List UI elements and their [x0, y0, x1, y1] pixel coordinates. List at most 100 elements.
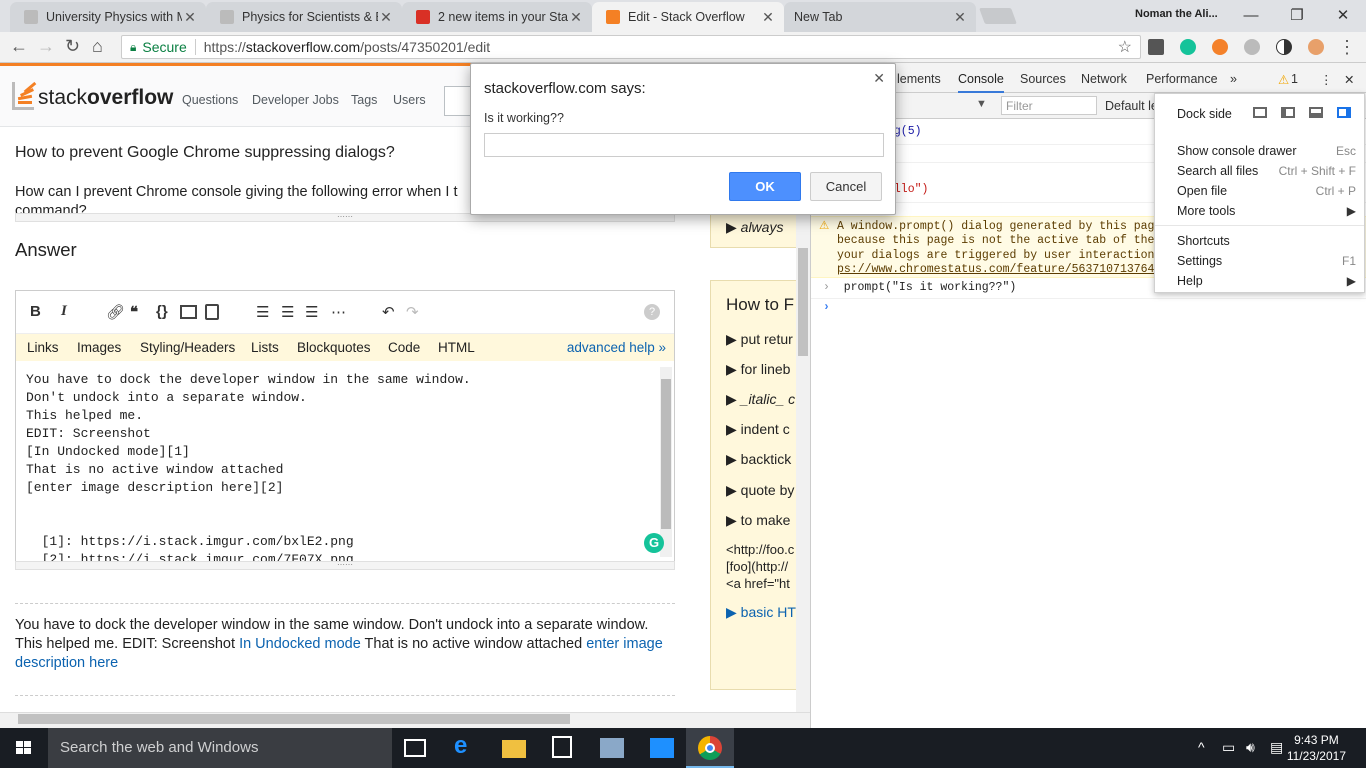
close-icon[interactable]: ✕: [568, 9, 584, 26]
tab-3-active[interactable]: Edit - Stack Overflow ✕: [592, 2, 784, 32]
cancel-button[interactable]: Cancel: [810, 172, 882, 201]
preview-link[interactable]: In Undocked mode: [239, 636, 361, 652]
extension-icon[interactable]: [1212, 39, 1228, 55]
close-icon[interactable]: ✕: [182, 9, 198, 26]
answer-textarea[interactable]: You have to dock the developer window in…: [16, 361, 674, 561]
extension-icon[interactable]: [1308, 39, 1324, 55]
task-view-icon[interactable]: [404, 739, 426, 757]
windows-app-icon[interactable]: [650, 738, 674, 758]
dock-right-icon[interactable]: [1337, 107, 1351, 118]
dialog-input[interactable]: [484, 133, 884, 157]
help-tab-links[interactable]: Links: [27, 340, 59, 355]
devtools-close-icon[interactable]: ✕: [1344, 72, 1354, 87]
dropdown-arrow-icon[interactable]: ▼: [976, 98, 987, 110]
tab-network[interactable]: Network: [1081, 72, 1127, 86]
close-window-icon[interactable]: ✕: [1320, 6, 1366, 24]
code-icon[interactable]: {}: [156, 303, 168, 320]
taskbar-clock[interactable]: 9:43 PM 11/23/2017: [1287, 732, 1346, 764]
menu-settings[interactable]: Settings: [1177, 254, 1222, 268]
bulleted-list-icon[interactable]: ☰: [281, 303, 294, 321]
contrast-icon[interactable]: [1276, 39, 1292, 55]
tab-performance[interactable]: Performance: [1146, 72, 1218, 86]
close-icon[interactable]: ✕: [378, 9, 394, 26]
file-explorer-icon[interactable]: [502, 740, 526, 758]
dock-bottom-icon[interactable]: [1309, 107, 1323, 118]
heading-icon[interactable]: ☰: [305, 303, 318, 321]
textarea-scroll-thumb[interactable]: [661, 379, 671, 529]
nav-questions[interactable]: Questions: [182, 93, 238, 107]
nav-users[interactable]: Users: [393, 93, 426, 107]
tab-4[interactable]: New Tab ✕: [784, 2, 976, 32]
back-icon[interactable]: ←: [10, 36, 28, 57]
console-prompt[interactable]: ›: [811, 299, 1366, 319]
help-icon[interactable]: ?: [644, 304, 660, 320]
editor-resize-grip[interactable]: ⋯⋯: [15, 561, 675, 570]
taskbar-search[interactable]: Search the web and Windows: [48, 728, 392, 768]
menu-shortcuts[interactable]: Shortcuts: [1177, 234, 1230, 248]
tab-1[interactable]: Physics for Scientists & E ✕: [206, 2, 402, 32]
page-hscroll-thumb[interactable]: [18, 714, 570, 724]
forward-icon[interactable]: →: [37, 36, 55, 57]
grammarly-icon[interactable]: [1180, 39, 1196, 55]
tab-elements[interactable]: lements: [897, 72, 941, 86]
chevron-up-icon[interactable]: ^: [1198, 739, 1205, 755]
dialog-close-icon[interactable]: ✕: [873, 70, 885, 87]
menu-help[interactable]: Help: [1177, 274, 1203, 288]
grammarly-icon[interactable]: G: [644, 533, 664, 553]
nav-tags[interactable]: Tags: [351, 93, 377, 107]
help-tab-styling[interactable]: Styling/Headers: [140, 340, 235, 355]
bold-icon[interactable]: B: [30, 303, 41, 320]
start-button[interactable]: [0, 728, 48, 768]
tab-sources[interactable]: Sources: [1020, 72, 1066, 86]
numbered-list-icon[interactable]: ☰: [256, 303, 269, 321]
help-tab-lists[interactable]: Lists: [251, 340, 279, 355]
network-icon[interactable]: ▭: [1222, 739, 1235, 756]
warning-icon[interactable]: ⚠: [1278, 72, 1289, 87]
app-icon[interactable]: [600, 738, 624, 758]
italic-icon[interactable]: I: [61, 303, 67, 320]
store-icon[interactable]: [552, 736, 572, 758]
reload-icon[interactable]: ↻: [65, 36, 80, 57]
help-tab-images[interactable]: Images: [77, 340, 121, 355]
close-icon[interactable]: ✕: [952, 9, 968, 26]
taskbar-chrome-active[interactable]: [686, 728, 734, 768]
menu-icon[interactable]: ⋮: [1338, 37, 1356, 58]
edge-icon[interactable]: e: [454, 732, 478, 759]
horizontal-rule-icon[interactable]: ⋯: [331, 303, 346, 321]
dock-left-icon[interactable]: [1281, 107, 1295, 118]
console-filter-input[interactable]: Filter: [1001, 96, 1097, 115]
snippet-icon[interactable]: [205, 304, 219, 320]
help-tab-html[interactable]: HTML: [438, 340, 475, 355]
link-icon[interactable]: 🔗︎: [106, 303, 125, 321]
warning-link[interactable]: ps://www.chromestatus.com/feature/563710…: [837, 263, 1168, 276]
new-tab-button[interactable]: [979, 8, 1017, 24]
devtools-menu-icon[interactable]: ⋮: [1320, 72, 1333, 87]
so-logo[interactable]: stack overflow: [12, 81, 173, 110]
home-icon[interactable]: ⌂: [92, 36, 103, 57]
profile-name[interactable]: Noman the Ali...: [1135, 8, 1218, 20]
ok-button[interactable]: OK: [729, 172, 801, 201]
restore-icon[interactable]: ❐: [1274, 6, 1320, 24]
minimize-icon[interactable]: —: [1228, 7, 1274, 24]
page-scroll-thumb[interactable]: [798, 248, 808, 356]
tab-2[interactable]: 2 new items in your Stac ✕: [402, 2, 592, 32]
address-bar[interactable]: 🔒︎ Secure https:// stackoverflow.com /po…: [121, 35, 1141, 59]
close-icon[interactable]: ✕: [760, 9, 776, 26]
advanced-help-link[interactable]: advanced help »: [567, 340, 666, 355]
default-levels-dropdown[interactable]: Default le: [1105, 99, 1158, 113]
redo-icon[interactable]: ↷: [406, 303, 419, 321]
notification-icon[interactable]: ▤: [1270, 739, 1283, 756]
extension-icon[interactable]: [1148, 39, 1164, 55]
menu-open-file[interactable]: Open file: [1177, 184, 1227, 198]
image-icon[interactable]: [180, 305, 197, 319]
question-title[interactable]: How to prevent Google Chrome suppressing…: [15, 144, 395, 162]
sidebar-basic-html-link[interactable]: ▶ basic HT: [726, 604, 796, 621]
undock-icon[interactable]: [1253, 107, 1267, 118]
menu-more-tools[interactable]: More tools: [1177, 204, 1235, 218]
bookmark-star-icon[interactable]: ☆: [1118, 37, 1132, 57]
help-tab-code[interactable]: Code: [388, 340, 420, 355]
tab-console[interactable]: Console: [958, 72, 1004, 93]
skype-icon[interactable]: [1244, 39, 1260, 55]
tab-0[interactable]: University Physics with M ✕: [10, 2, 206, 32]
help-tab-blockquotes[interactable]: Blockquotes: [297, 340, 371, 355]
